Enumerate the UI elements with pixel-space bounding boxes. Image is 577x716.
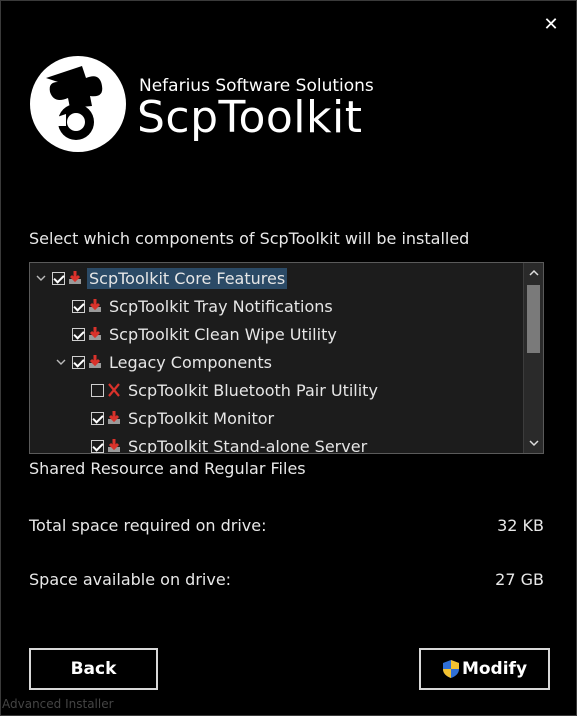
checkbox[interactable] xyxy=(72,355,85,369)
tree-item-label: ScpToolkit Stand-alone Server xyxy=(128,436,368,454)
feature-tree[interactable]: ScpToolkit Core Features ScpToolkit Tray… xyxy=(29,262,544,454)
tree-item-label: ScpToolkit Monitor xyxy=(128,408,275,428)
tree-item-core-features[interactable]: ScpToolkit Core Features xyxy=(34,265,288,291)
back-button-label: Back xyxy=(70,659,117,679)
install-icon xyxy=(87,326,103,342)
close-icon: ✕ xyxy=(543,13,559,35)
space-required-value: 32 KB xyxy=(497,516,544,535)
tree-item-bluetooth-pair-utility[interactable]: ScpToolkit Bluetooth Pair Utility xyxy=(91,377,380,403)
back-button[interactable]: Back xyxy=(29,648,158,690)
checkbox[interactable] xyxy=(91,383,104,397)
tree-item-monitor[interactable]: ScpToolkit Monitor xyxy=(91,405,276,431)
product-title: ScpToolkit xyxy=(137,92,363,143)
uac-shield-icon xyxy=(442,660,459,678)
checkbox[interactable] xyxy=(91,411,104,425)
install-icon xyxy=(87,354,103,370)
vertical-scrollbar[interactable] xyxy=(523,263,543,453)
install-icon xyxy=(106,438,122,453)
expand-chevron-icon[interactable] xyxy=(54,355,68,369)
checkbox[interactable] xyxy=(52,271,65,285)
checkbox[interactable] xyxy=(72,299,85,313)
tree-item-legacy-components[interactable]: Legacy Components xyxy=(54,349,274,375)
tree-item-label: Legacy Components xyxy=(109,352,273,372)
space-available-label: Space available on drive: xyxy=(29,570,232,589)
space-available-value: 27 GB xyxy=(495,570,544,589)
not-installed-icon xyxy=(106,382,122,398)
install-icon xyxy=(106,410,122,426)
tree-item-clean-wipe-utility[interactable]: ScpToolkit Clean Wipe Utility xyxy=(72,321,339,347)
scptoolkit-logo xyxy=(30,56,126,152)
scroll-thumb[interactable] xyxy=(527,285,540,353)
checkbox[interactable] xyxy=(72,327,85,341)
tree-item-label: ScpToolkit Clean Wipe Utility xyxy=(109,324,337,344)
footer-brand: Advanced Installer xyxy=(2,697,114,711)
chevron-down-icon xyxy=(528,440,539,447)
scroll-up-button[interactable] xyxy=(524,263,543,283)
tree-item-standalone-server[interactable]: ScpToolkit Stand-alone Server xyxy=(91,433,369,454)
chevron-up-icon xyxy=(528,269,539,276)
tree-item-label: ScpToolkit Bluetooth Pair Utility xyxy=(128,380,378,400)
tree-item-label: ScpToolkit Tray Notifications xyxy=(109,296,333,316)
space-required-label: Total space required on drive: xyxy=(29,516,267,535)
checkbox[interactable] xyxy=(91,439,104,453)
close-button[interactable]: ✕ xyxy=(539,12,563,36)
feature-description: Shared Resource and Regular Files xyxy=(29,459,306,478)
expand-chevron-icon[interactable] xyxy=(34,271,48,285)
tree-item-label: ScpToolkit Core Features xyxy=(87,267,288,289)
install-icon xyxy=(87,298,103,314)
install-icon xyxy=(67,270,83,286)
instruction-text: Select which components of ScpToolkit wi… xyxy=(29,229,470,248)
tree-item-tray-notifications[interactable]: ScpToolkit Tray Notifications xyxy=(72,293,335,319)
scroll-down-button[interactable] xyxy=(524,433,543,453)
modify-button[interactable]: Modify xyxy=(419,648,550,690)
modify-button-label: Modify xyxy=(461,659,528,679)
